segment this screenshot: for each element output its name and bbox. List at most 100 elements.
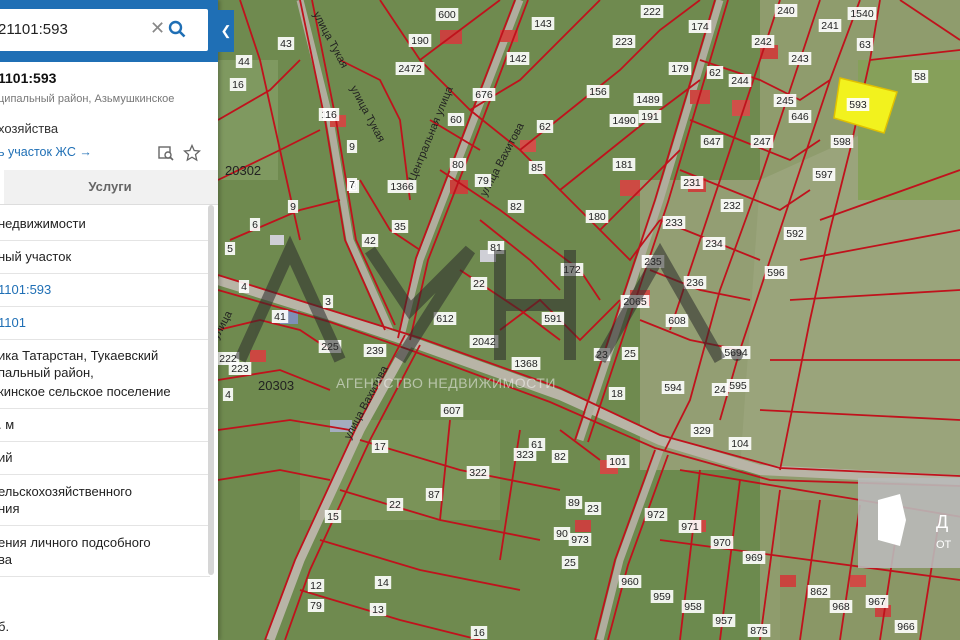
plot-number-label: 104 — [731, 438, 749, 450]
plot-number-label: 591 — [544, 313, 562, 325]
plot-number-label: 240 — [777, 5, 795, 17]
quarter-label: 20302 — [225, 163, 261, 178]
tab-info[interactable] — [0, 170, 4, 204]
plot-number-label: 596 — [767, 267, 785, 279]
plot-number-label: 968 — [832, 601, 850, 613]
plot-number-label: 35 — [394, 221, 406, 233]
plot-number-label: 612 — [436, 313, 454, 325]
plot-number-label: 862 — [810, 586, 828, 598]
ad-badge[interactable]: Д ОТ — [858, 478, 960, 568]
plot-number-label: 597 — [815, 169, 833, 181]
close-icon[interactable]: ✕ — [150, 18, 165, 39]
plot-number-label: 967 — [868, 596, 886, 608]
plot-number-label: 322 — [469, 467, 487, 479]
plot-number-label: 85 — [531, 162, 543, 174]
divider — [0, 525, 210, 526]
plot-number-label: 44 — [238, 56, 250, 68]
plot-number-label: 4 — [241, 281, 247, 293]
plot-number-label: 607 — [443, 405, 461, 417]
plot-number-label: 42 — [364, 235, 376, 247]
plot-number-label: 2042 — [472, 336, 496, 348]
plot-number-label: 1366 — [390, 181, 414, 193]
plot-number-label: 1489 — [636, 94, 660, 106]
collapse-panel-button[interactable]: ❮ — [218, 10, 234, 52]
plot-number-label: 223 — [231, 363, 249, 375]
plot-number-label: 14 — [377, 577, 389, 589]
check-plot-link[interactable]: ь участок ЖС → — [0, 145, 92, 159]
plot-number-label: 676 — [475, 89, 493, 101]
detail-address-1: ика Татарстан, Тукаевский — [0, 348, 159, 363]
plot-number-label: 25 — [624, 348, 636, 360]
plot-number-label: 972 — [647, 509, 665, 521]
plot-number-label: 600 — [438, 9, 456, 21]
plot-number-label: 143 — [534, 18, 552, 30]
plot-number-label: 79 — [477, 175, 489, 187]
cadastral-number-title: 1101:593 — [0, 70, 57, 86]
watermark-text: АГЕНТСТВО НЕДВИЖИМОСТИ — [336, 375, 556, 391]
district-subtitle: ципальный район, Азьмушкинское — [0, 93, 175, 105]
plot-number-label: 62 — [709, 67, 721, 79]
plot-number-label: 969 — [745, 552, 763, 564]
plot-number-label: 957 — [715, 615, 733, 627]
plot-number-label: 1368 — [514, 358, 538, 370]
plot-number-label: 973 — [571, 534, 589, 546]
divider — [0, 474, 210, 475]
detail-category-1: ельскохозяйственного — [0, 484, 132, 499]
plot-number-label: 191 — [641, 111, 659, 123]
plot-number-label: 60 — [450, 114, 462, 126]
plot-number-label: 174 — [691, 21, 709, 33]
plot-number-label: 12 — [310, 580, 322, 592]
plot-number-label: 595 — [729, 380, 747, 392]
plot-number-label: 966 — [897, 621, 915, 633]
divider — [0, 576, 210, 577]
plot-number-label: 25 — [564, 557, 576, 569]
detail-category-2: ния — [0, 501, 20, 516]
plot-number-label: 142 — [509, 53, 527, 65]
search-input[interactable]: 21101:593 ✕ — [0, 9, 208, 51]
plot-number-label: 179 — [671, 63, 689, 75]
plot-number-label: 2472 — [398, 63, 422, 75]
plot-number-label: 13 — [372, 604, 384, 616]
detail-object-type: недвижимости — [0, 216, 86, 231]
plot-number-label: 646 — [791, 111, 809, 123]
plot-number-label: 329 — [693, 425, 711, 437]
detail-address-3: кинское сельское поселение — [0, 384, 171, 399]
plot-number-label: 222 — [643, 6, 661, 18]
plot-number-label: 180 — [588, 211, 606, 223]
detail-use-1: ения личного подсобного — [0, 535, 151, 550]
plot-number-label: 231 — [683, 177, 701, 189]
ad-badge-sub: ОТ — [936, 539, 952, 551]
tab-services[interactable]: Услуги — [70, 170, 150, 204]
plot-number-label: 1490 — [612, 115, 636, 127]
plot-number-label: 592 — [786, 228, 804, 240]
plot-number-label: 15 — [327, 511, 339, 523]
plot-number-label: 4 — [225, 389, 231, 401]
search-icon[interactable] — [168, 20, 186, 38]
plot-number-label: 181 — [615, 159, 633, 171]
plot-number-label: 16 — [232, 79, 244, 91]
scrollbar[interactable] — [208, 205, 214, 575]
plot-number-label: 223 — [615, 36, 633, 48]
plot-number-label: 1540 — [850, 8, 874, 20]
detail-status: ий — [0, 450, 13, 465]
star-icon[interactable] — [183, 144, 201, 162]
divider — [0, 408, 210, 409]
plot-number-label: 90 — [556, 528, 568, 540]
divider — [0, 240, 210, 241]
detail-cad-number[interactable]: 1101:593 — [0, 281, 212, 298]
search-on-map-icon[interactable] — [157, 144, 175, 162]
quarter-label: 20303 — [258, 378, 294, 393]
detail-kind: ный участок — [0, 249, 72, 264]
divider — [0, 306, 210, 307]
detail-quarter[interactable]: 1101 — [0, 314, 212, 331]
plot-number-label: 24 — [714, 384, 726, 396]
chevron-left-icon: ❮ — [220, 23, 232, 38]
plot-number-label: 16 — [325, 109, 337, 121]
plot-number-label: 959 — [653, 591, 671, 603]
plot-number-label: 960 — [621, 576, 639, 588]
plot-number-label: 41 — [274, 311, 286, 323]
plot-number-label: 43 — [280, 38, 292, 50]
plot-number-label: 593 — [849, 99, 867, 111]
plot-number-label: 608 — [668, 315, 686, 327]
plot-number-label: 243 — [791, 53, 809, 65]
